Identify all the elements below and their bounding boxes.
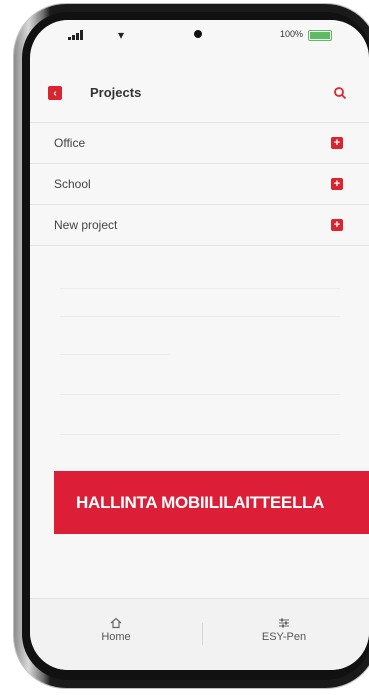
add-icon[interactable]: + [331, 137, 343, 149]
battery-percentage: 100% [280, 29, 304, 39]
project-label: New project [54, 218, 118, 232]
camera-dot [194, 30, 202, 38]
project-item-office[interactable]: Office + [30, 122, 369, 164]
nav-esy-pen-label: ESY-Pen [261, 631, 307, 643]
battery-icon [308, 30, 332, 41]
promo-banner: HALLINTA MOBIILILAITTEELLA [54, 471, 369, 534]
project-item-school[interactable]: School + [30, 164, 369, 205]
search-icon[interactable] [333, 86, 347, 100]
signal-icon [68, 30, 83, 40]
project-label: Office [54, 136, 86, 150]
nav-home-label: Home [101, 631, 131, 643]
project-item-new-project[interactable]: New project + [30, 205, 369, 246]
nav-esy-pen[interactable]: ESY-Pen [244, 617, 324, 643]
project-list: Office + School + New project + [30, 122, 369, 246]
back-button[interactable]: ‹ [48, 86, 62, 100]
add-icon[interactable]: + [331, 219, 343, 231]
divider [60, 316, 340, 317]
nav-home[interactable]: Home [76, 617, 156, 643]
page-title: Projects [90, 85, 142, 100]
divider [60, 288, 340, 289]
home-icon [110, 617, 122, 629]
add-icon[interactable]: + [331, 178, 343, 190]
divider [60, 434, 340, 435]
header: ‹ Projects [30, 76, 369, 112]
project-label: School [54, 177, 91, 191]
banner-text: HALLINTA MOBIILILAITTEELLA [76, 492, 325, 512]
phone-screen: ▾ 100% ‹ Projects Office + School + New … [30, 20, 369, 670]
bottom-nav: Home ESY-Pen [30, 598, 369, 670]
divider [60, 394, 340, 395]
chevron-left-icon: ‹ [53, 87, 57, 99]
wifi-icon: ▾ [118, 28, 125, 42]
status-bar: ▾ 100% [30, 20, 369, 50]
divider [60, 354, 170, 355]
sliders-icon [279, 618, 289, 628]
nav-divider [202, 623, 203, 645]
